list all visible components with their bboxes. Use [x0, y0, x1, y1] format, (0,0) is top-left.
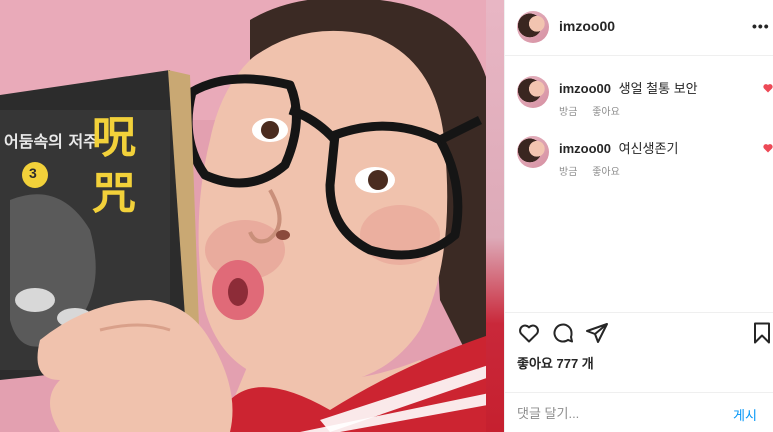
- avatar[interactable]: [517, 136, 549, 168]
- book-kanji-title: 呪咒: [92, 112, 136, 219]
- comment-username[interactable]: imzoo00: [559, 141, 611, 156]
- comment-icon[interactable]: [551, 321, 575, 345]
- comment-line: imzoo00 여신생존기: [559, 138, 678, 157]
- comment-composer: 게시: [505, 392, 773, 432]
- heart-icon[interactable]: [762, 82, 773, 94]
- photo-edge-strip: [486, 0, 504, 432]
- comment-text: 생얼 철통 보안: [618, 81, 698, 96]
- comment-meta: 방금 좋아요: [559, 103, 632, 118]
- post-header: imzoo00 •••: [505, 0, 773, 56]
- comment-username[interactable]: imzoo00: [559, 81, 611, 96]
- comment-item: imzoo00 여신생존기 방금 좋아요: [505, 130, 773, 180]
- comment-time: 방금: [559, 167, 578, 178]
- heart-icon[interactable]: [762, 142, 773, 154]
- comment-input[interactable]: [517, 403, 717, 423]
- bookmark-icon[interactable]: [750, 321, 773, 345]
- post-photo: 어둠속의 저주 3 呪咒: [0, 0, 504, 432]
- book-volume-number: 3: [29, 165, 37, 181]
- more-options-icon[interactable]: •••: [752, 18, 770, 34]
- post-comment-button[interactable]: 게시: [733, 405, 757, 424]
- avatar[interactable]: [517, 11, 549, 43]
- comment-line: imzoo00 생얼 철통 보안: [559, 78, 698, 97]
- post-details-panel: imzoo00 ••• imzoo00 생얼 철통 보안 방금 좋아요 imzo…: [504, 0, 773, 432]
- comment-time: 방금: [559, 107, 578, 118]
- post-username[interactable]: imzoo00: [559, 18, 615, 34]
- book-title-text: 어둠속의 저주: [4, 132, 98, 151]
- comment-text: 여신생존기: [618, 141, 679, 156]
- comment-item: imzoo00 생얼 철통 보안 방금 좋아요: [505, 70, 773, 120]
- comment-like-button[interactable]: 좋아요: [592, 107, 620, 118]
- photo-illustration: [0, 0, 504, 432]
- comment-like-button[interactable]: 좋아요: [592, 167, 620, 178]
- heart-icon[interactable]: [517, 321, 541, 345]
- share-icon[interactable]: [585, 321, 609, 345]
- comment-meta: 방금 좋아요: [559, 163, 632, 178]
- avatar[interactable]: [517, 76, 549, 108]
- instagram-post-view: 어둠속의 저주 3 呪咒 imzoo00 ••• imzoo00 생얼 철통 보…: [0, 0, 773, 432]
- post-actions: 좋아요 777 개: [505, 312, 773, 392]
- likes-count[interactable]: 좋아요 777 개: [517, 353, 594, 372]
